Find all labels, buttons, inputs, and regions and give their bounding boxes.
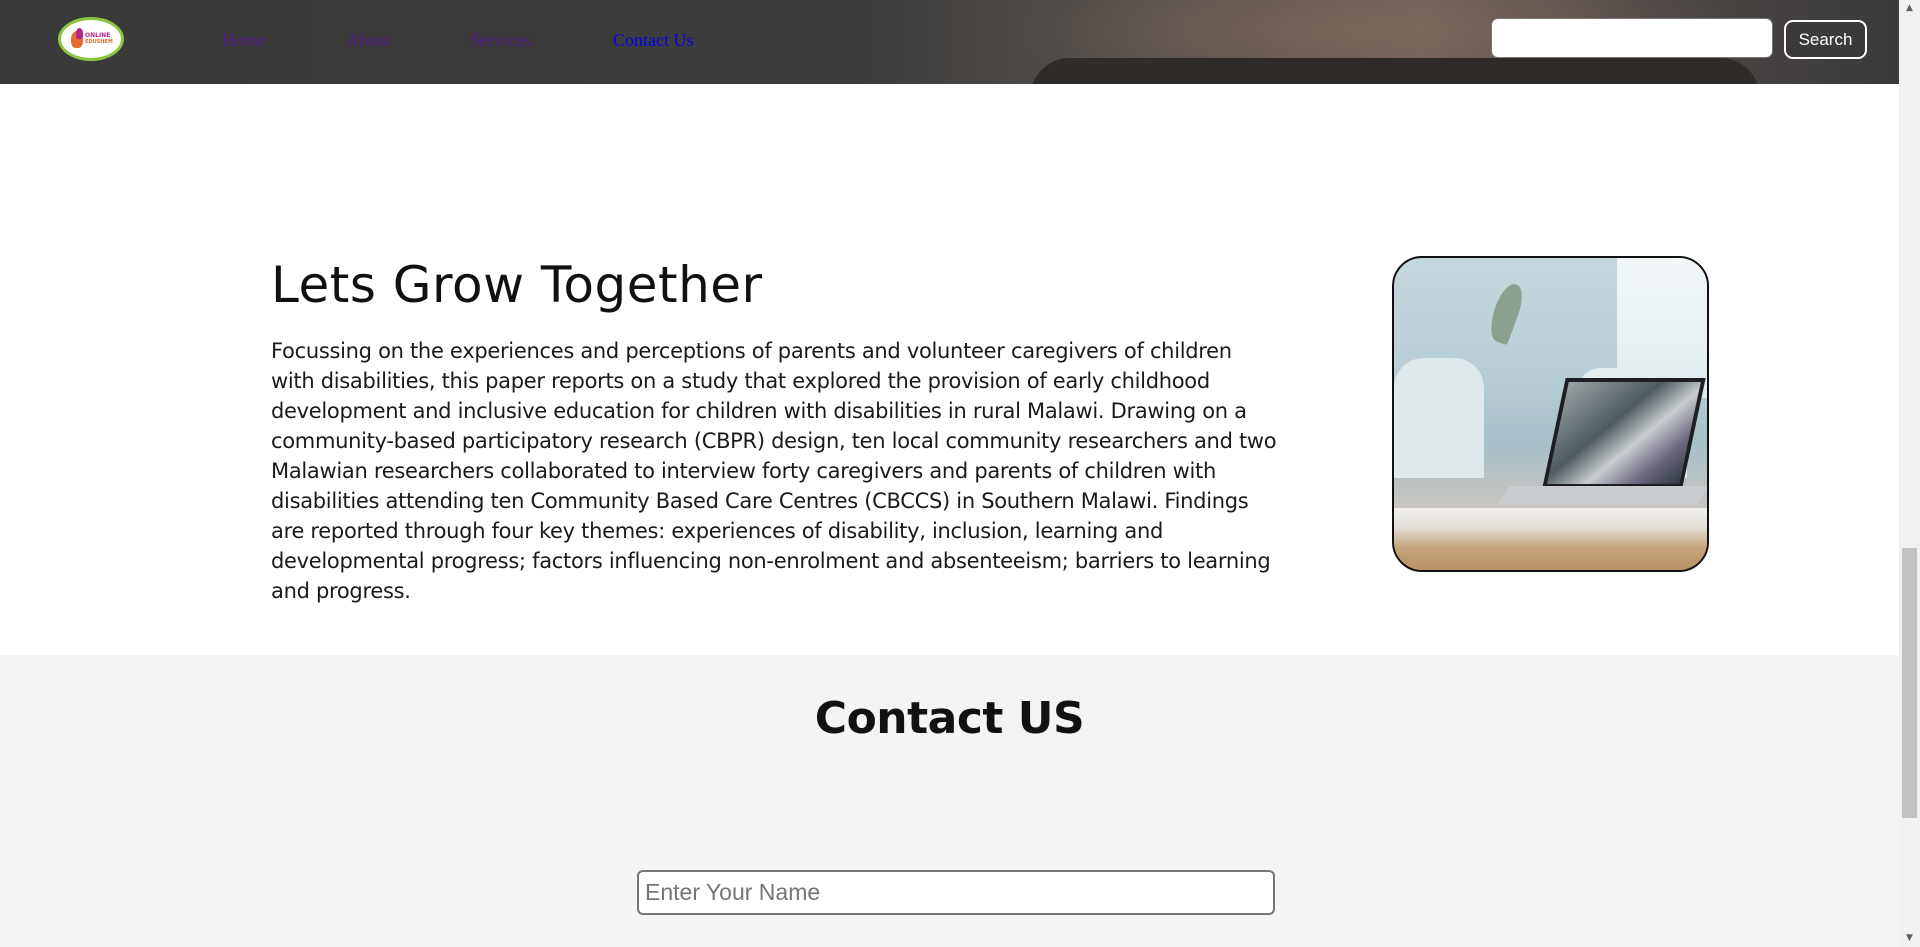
scroll-down-icon[interactable]: ▼: [1899, 930, 1920, 947]
page-scrollbar[interactable]: ▲ ▼: [1899, 0, 1920, 947]
about-paragraph: Focussing on the experiences and percept…: [271, 339, 1277, 603]
nav-link-contact-us[interactable]: Contact Us: [613, 30, 694, 51]
image-laptop-screen: [1542, 378, 1706, 488]
image-laptop-base: [1497, 486, 1707, 504]
logo-flame-accent-icon: [76, 28, 83, 39]
image-sofa-left: [1394, 358, 1484, 478]
scrollbar-thumb[interactable]: [1902, 548, 1917, 818]
logo-text: ONLINE EDUSHEM: [85, 32, 119, 46]
laptop-room-image: [1392, 256, 1709, 572]
top-navbar: ONLINE EDUSHEM Home About Services Conta…: [0, 0, 1899, 84]
nav-link-home[interactable]: Home: [222, 30, 266, 51]
nav-link-services[interactable]: Services: [470, 30, 531, 51]
logo-line-1: ONLINE: [85, 32, 111, 39]
site-logo[interactable]: ONLINE EDUSHEM: [58, 17, 124, 61]
name-input[interactable]: [637, 870, 1275, 915]
about-title: Lets Grow Together: [271, 256, 763, 314]
logo-line-2: EDUSHEM: [85, 39, 113, 45]
search-button[interactable]: Search: [1784, 20, 1867, 59]
search-input[interactable]: [1491, 18, 1773, 58]
navbar-background-shape: [1030, 58, 1760, 84]
nav-link-about[interactable]: About: [346, 30, 391, 51]
scroll-up-icon[interactable]: ▲: [1899, 0, 1920, 17]
contact-section: Contact US: [0, 655, 1899, 947]
image-table: [1394, 508, 1707, 570]
contact-title: Contact US: [814, 693, 1085, 744]
image-plant: [1484, 280, 1528, 346]
